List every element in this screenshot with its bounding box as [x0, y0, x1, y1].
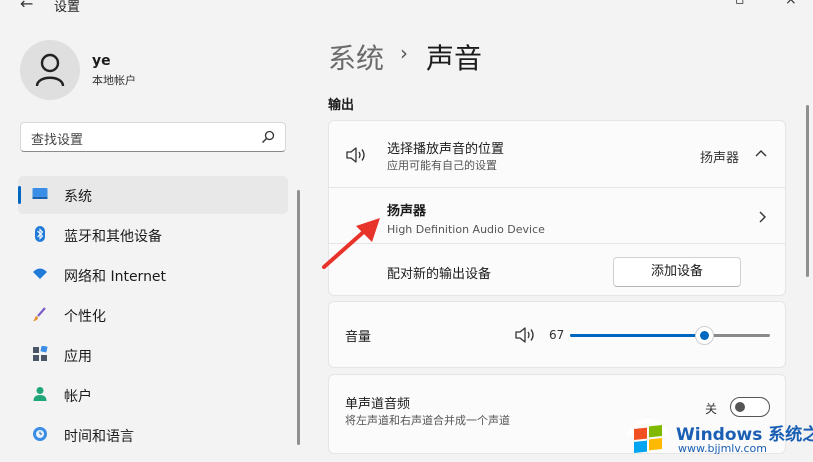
sidebar-item-label: 应用 [64, 349, 92, 365]
sidebar-item-time-language[interactable]: 时间和语言 [18, 416, 288, 454]
speaker-icon [346, 147, 365, 163]
breadcrumb: 系统 › 声音 [328, 37, 482, 77]
pair-output-row: 配对新的输出设备 添加设备 [329, 243, 785, 298]
monitor-icon [32, 188, 48, 199]
volume-label: 音量 [345, 330, 372, 345]
window-title: 设置 [54, 0, 81, 15]
content-scrollbar[interactable] [806, 105, 809, 277]
annotation-arrow-icon [322, 218, 380, 269]
choose-output-title: 选择播放声音的位置 [387, 142, 505, 157]
sidebar-item-apps[interactable]: 应用 [18, 336, 288, 374]
choose-output-subtitle: 应用可能有自己的设置 [387, 159, 497, 172]
sidebar-item-label: 网络和 Internet [64, 269, 167, 285]
sidebar-item-system[interactable]: 系统 [18, 176, 288, 214]
section-title-output: 输出 [328, 98, 355, 113]
close-icon[interactable]: × [785, 0, 797, 8]
mono-audio-subtitle: 将左声道和右声道合并成一个声道 [345, 414, 510, 427]
back-arrow-icon[interactable]: ← [20, 0, 33, 13]
output-card: 选择播放声音的位置 应用可能有自己的设置 扬声器 扬声器 High Defini… [328, 120, 786, 296]
wifi-icon [33, 268, 47, 279]
account-icon [33, 387, 47, 401]
clock-globe-icon [33, 427, 47, 441]
apps-icon [33, 346, 48, 361]
add-device-button[interactable]: 添加设备 [613, 257, 741, 287]
sidebar-item-label: 个性化 [64, 309, 106, 325]
volume-slider-thumb[interactable] [695, 326, 714, 345]
sidebar-item-bluetooth[interactable]: 蓝牙和其他设备 [18, 216, 288, 254]
volume-slider-fill [570, 334, 704, 337]
bluetooth-icon [35, 226, 45, 242]
volume-slider[interactable] [570, 326, 770, 345]
mono-audio-title: 单声道音频 [345, 397, 411, 412]
person-icon [35, 53, 65, 87]
watermark: Windows 系统之家 www.bjjmlv.com [622, 410, 813, 462]
account-type: 本地帐户 [92, 74, 136, 87]
user-name: ye [92, 53, 111, 69]
pair-output-label: 配对新的输出设备 [387, 267, 492, 282]
breadcrumb-parent[interactable]: 系统 [328, 42, 384, 75]
windows-logo-icon [625, 418, 671, 453]
output-device-selector[interactable]: 选择播放声音的位置 应用可能有自己的设置 扬声器 [329, 121, 785, 187]
output-device-item[interactable]: 扬声器 High Definition Audio Device [329, 187, 785, 244]
chevron-up-icon[interactable] [754, 147, 768, 159]
device-name: 扬声器 [387, 204, 427, 219]
title-bar: ← 设置 ▫ × [0, 0, 813, 16]
device-description: High Definition Audio Device [387, 223, 545, 236]
volume-card: 音量 67 [328, 301, 786, 368]
sidebar-item-personalization[interactable]: 个性化 [18, 296, 288, 334]
sidebar-item-accounts[interactable]: 帐户 [18, 376, 288, 414]
chevron-right-icon[interactable] [757, 210, 767, 224]
search-icon[interactable] [261, 130, 275, 144]
sidebar-item-label: 蓝牙和其他设备 [64, 229, 162, 245]
sidebar-nav: 系统 蓝牙和其他设备 网络和 Internet 个性化 应用 帐户 时间和语言 [18, 176, 288, 456]
avatar[interactable] [20, 40, 80, 100]
watermark-url: www.bjjmlv.com [678, 442, 767, 455]
sidebar-scrollbar[interactable] [297, 190, 300, 445]
sidebar-item-label: 时间和语言 [64, 429, 134, 445]
page-title: 声音 [426, 42, 483, 75]
volume-icon[interactable] [515, 327, 537, 343]
sidebar-item-label: 帐户 [64, 389, 92, 405]
sidebar-item-network[interactable]: 网络和 Internet [18, 256, 288, 294]
active-indicator [18, 186, 21, 204]
breadcrumb-separator: › [400, 41, 408, 65]
search-box[interactable]: 查找设置 [20, 122, 286, 152]
maximize-icon[interactable]: ▫ [735, 0, 745, 8]
selected-output-value: 扬声器 [700, 151, 740, 166]
brush-icon [33, 307, 46, 321]
volume-value: 67 [549, 328, 565, 342]
sidebar-item-label: 系统 [64, 189, 92, 205]
search-input[interactable]: 查找设置 [31, 129, 83, 148]
